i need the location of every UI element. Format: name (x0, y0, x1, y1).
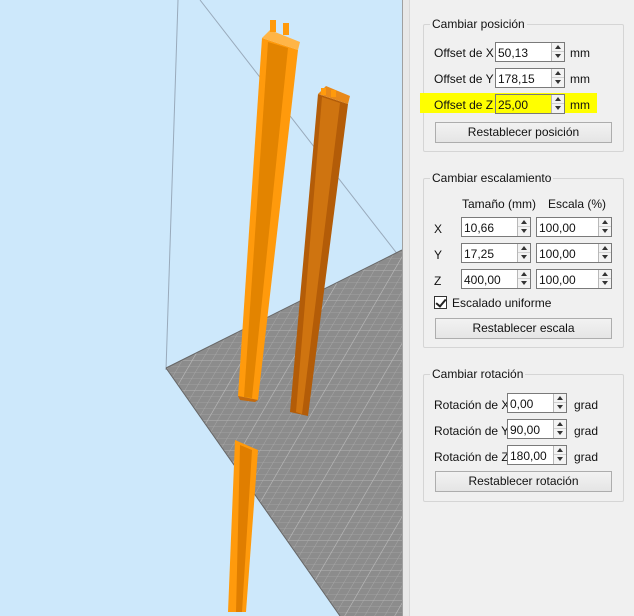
decrement-icon[interactable] (599, 279, 611, 288)
increment-icon[interactable] (554, 446, 566, 455)
uniform-scaling-label: Escalado uniforme (452, 296, 552, 310)
model-rail-selected-lower[interactable] (228, 440, 258, 612)
increment-icon[interactable] (552, 69, 564, 78)
scale-z-spinbox[interactable]: 100,00 (536, 269, 612, 289)
scale-y-value: 100,00 (539, 247, 576, 261)
offset-z-spinbox[interactable]: 25,00 (495, 94, 565, 114)
scale-y-spinbox[interactable]: 100,00 (536, 243, 612, 263)
rotation-group: Cambiar rotación Rotación de X 0,00 grad… (423, 367, 624, 502)
build-volume-edge (165, 0, 179, 371)
offset-z-label: Offset de Z (434, 98, 494, 112)
offset-y-label: Offset de Y (434, 72, 494, 86)
rotation-y-value: 90,00 (510, 423, 541, 437)
rotation-z-unit: grad (574, 450, 599, 464)
reset-rotation-button[interactable]: Restablecer rotación (435, 471, 612, 492)
print-bed (165, 249, 402, 616)
uniform-scaling-checkbox[interactable] (434, 296, 447, 309)
decrement-icon[interactable] (552, 78, 564, 87)
rotation-z-spinbox[interactable]: 180,00 (507, 445, 567, 465)
size-x-value: 10,66 (464, 221, 495, 235)
scale-x-spinbox[interactable]: 100,00 (536, 217, 612, 237)
scale-axis-label: Z (434, 274, 442, 288)
offset-x-value: 50,13 (498, 46, 529, 60)
scale-group: Cambiar escalamiento Tamaño (mm) Escala … (423, 171, 624, 348)
size-column-header: Tamaño (mm) (462, 197, 537, 211)
scale-x-value: 100,00 (539, 221, 576, 235)
offset-y-spinbox[interactable]: 178,15 (495, 68, 565, 88)
scale-group-title: Cambiar escalamiento (430, 171, 554, 185)
properties-panel: Cambiar posición Offset de X 50,13 mm Of… (410, 0, 634, 616)
reset-position-button[interactable]: Restablecer posición (435, 122, 612, 143)
decrement-icon[interactable] (518, 227, 530, 236)
scene-svg (165, 0, 402, 616)
offset-x-unit: mm (570, 46, 590, 60)
decrement-icon[interactable] (518, 279, 530, 288)
rotation-x-spinbox[interactable]: 0,00 (507, 393, 567, 413)
size-x-spinbox[interactable]: 10,66 (461, 217, 531, 237)
viewport-3d[interactable] (0, 0, 402, 616)
decrement-icon[interactable] (552, 52, 564, 61)
decrement-icon[interactable] (599, 253, 611, 262)
offset-z-value: 25,00 (498, 98, 529, 112)
decrement-icon[interactable] (552, 104, 564, 113)
size-y-spinbox[interactable]: 17,25 (461, 243, 531, 263)
decrement-icon[interactable] (554, 455, 566, 464)
offset-x-spinbox[interactable]: 50,13 (495, 42, 565, 62)
rotation-z-label: Rotación de Z (434, 450, 509, 464)
offset-y-value: 178,15 (498, 72, 535, 86)
increment-icon[interactable] (552, 95, 564, 104)
decrement-icon[interactable] (554, 429, 566, 438)
increment-icon[interactable] (552, 43, 564, 52)
offset-y-unit: mm (570, 72, 590, 86)
decrement-icon[interactable] (518, 253, 530, 262)
increment-icon[interactable] (518, 270, 530, 279)
decrement-icon[interactable] (599, 227, 611, 236)
increment-icon[interactable] (554, 420, 566, 429)
size-z-value: 400,00 (464, 273, 501, 287)
increment-icon[interactable] (599, 244, 611, 253)
increment-icon[interactable] (554, 394, 566, 403)
offset-x-label: Offset de X (434, 46, 494, 60)
increment-icon[interactable] (518, 244, 530, 253)
increment-icon[interactable] (599, 218, 611, 227)
increment-icon[interactable] (518, 218, 530, 227)
size-z-spinbox[interactable]: 400,00 (461, 269, 531, 289)
rotation-y-spinbox[interactable]: 90,00 (507, 419, 567, 439)
scale-z-value: 100,00 (539, 273, 576, 287)
rotation-x-label: Rotación de X (434, 398, 510, 412)
scale-axis-label: Y (434, 248, 443, 262)
rotation-z-value: 180,00 (510, 449, 547, 463)
decrement-icon[interactable] (554, 403, 566, 412)
rotation-group-title: Cambiar rotación (430, 367, 526, 381)
position-group-title: Cambiar posición (430, 17, 527, 31)
panel-splitter[interactable] (402, 0, 410, 616)
offset-z-unit: mm (570, 98, 590, 112)
rotation-y-unit: grad (574, 424, 599, 438)
position-group: Cambiar posición Offset de X 50,13 mm Of… (420, 17, 624, 152)
reset-scale-button[interactable]: Restablecer escala (435, 318, 612, 339)
size-y-value: 17,25 (464, 247, 495, 261)
scale-column-header: Escala (%) (548, 197, 607, 211)
increment-icon[interactable] (599, 270, 611, 279)
rotation-x-value: 0,00 (510, 397, 534, 411)
scale-axis-label: X (434, 222, 443, 236)
build-volume-edge (199, 0, 402, 261)
rotation-y-label: Rotación de Y (434, 424, 510, 438)
rotation-x-unit: grad (574, 398, 599, 412)
